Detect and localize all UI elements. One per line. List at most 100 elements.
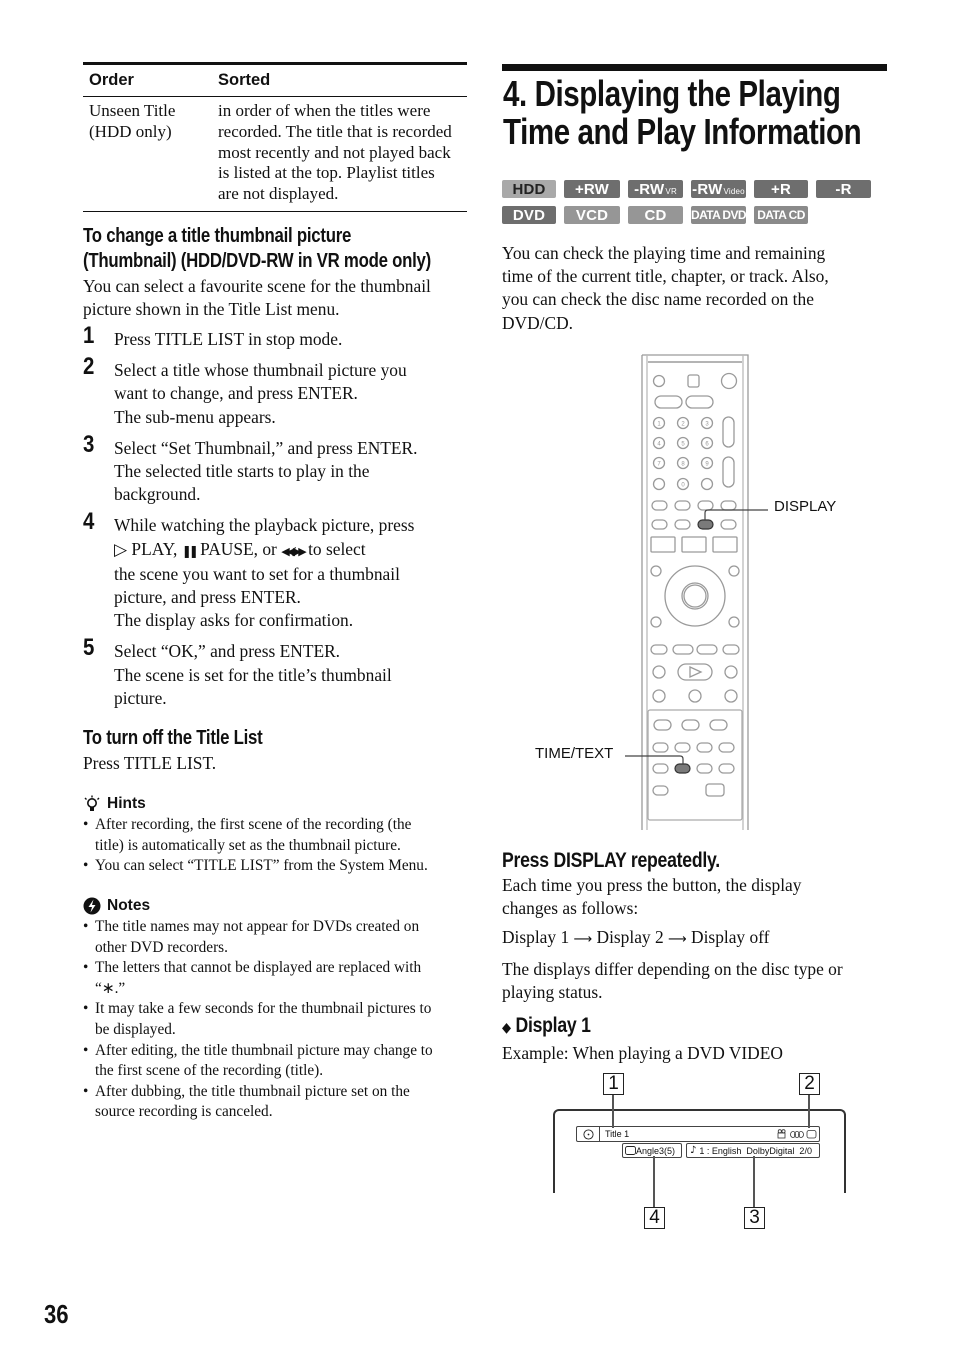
sequence-step: Display 2	[596, 927, 664, 948]
number-key-label: 7	[657, 462, 661, 468]
hint-item: After recording, the first scene of the …	[83, 815, 473, 856]
note-item: The title names may not appear for DVDs …	[83, 917, 473, 958]
badge-label: HDD	[512, 180, 546, 198]
lightbulb-icon	[84, 795, 100, 811]
play-icon: ▷	[114, 539, 128, 560]
table-header-order: Order	[89, 71, 134, 89]
step-line: The display asks for confirmation.	[114, 610, 354, 631]
instruction-heading: Press DISPLAY repeatedly.	[502, 849, 720, 872]
differ-line: The displays differ depending on the dis…	[502, 958, 843, 979]
heading-line: (Thumbnail) (HDD/DVD-RW in VR mode only)	[83, 250, 431, 272]
table-cell-sorted: in order of when the titles were recorde…	[211, 101, 467, 205]
intro-line: you can check the disc name recorded on …	[502, 289, 814, 310]
callout-number-1: 1	[603, 1073, 624, 1095]
intro-line: DVD/CD.	[502, 312, 574, 333]
step-number: 3	[83, 430, 95, 458]
differ-text: The displays differ depending on the dis…	[502, 958, 902, 1004]
step-line: The sub-menu appears.	[114, 406, 276, 427]
step-line: ▷ PLAY, ❚❚ PAUSE, or ◀◀/▶▶ to select	[114, 538, 467, 563]
note-item: After dubbing, the title thumbnail pictu…	[83, 1082, 473, 1123]
time-text-leader-line	[625, 755, 684, 764]
step-1: 1 Press TITLE LIST in stop mode.	[83, 323, 467, 351]
hints-header: Hints	[83, 795, 473, 813]
title-line: Time and Play Information	[503, 111, 862, 152]
disc-badge: HDD	[502, 180, 556, 198]
badge-label: -R	[835, 180, 852, 198]
notes-icon	[83, 897, 101, 915]
scan-label: to select	[303, 538, 366, 559]
title-rule	[502, 64, 887, 71]
display-button-highlight	[697, 519, 714, 530]
instruction-text: Each time you press the button, the disp…	[502, 874, 902, 920]
number-key-label: 3	[705, 422, 709, 428]
number-key-label: 8	[681, 462, 685, 468]
cell-line: (HDD only)	[89, 121, 172, 141]
callout-number-4: 4	[644, 1207, 665, 1229]
main-intro: You can check the playing time and remai…	[502, 242, 892, 335]
step-line: Select “OK,” and press ENTER.	[114, 641, 341, 662]
thumbnail-section-heading: To change a title thumbnail picture (Thu…	[83, 224, 533, 274]
number-key-label: 5	[681, 442, 685, 448]
note-item: The letters that cannot be displayed are…	[83, 958, 473, 999]
badge-row: DVD VCD CD DATA DVD DATA CD	[502, 206, 882, 224]
time-text-callout-label: TIME/TEXT	[535, 745, 614, 762]
number-key-label: 9	[705, 462, 709, 468]
remote-control-illustration: 1 2 3 4 5 6 7 8 9 0	[625, 354, 768, 830]
play-button	[677, 663, 713, 681]
thumbnail-steps: 1 Press TITLE LIST in stop mode. 2 Selec…	[83, 323, 467, 718]
badge-row: HDD +RW -RW VR -RW Video +R -R	[502, 180, 882, 198]
display-sequence: Display 1 ⟶ Display 2 ⟶ Display off	[502, 926, 902, 951]
disc-type-badges: HDD +RW -RW VR -RW Video +R -R DVD VCD CD DATA DVD…	[502, 180, 882, 232]
display1-example: Example: When playing a DVD VIDEO	[502, 1043, 783, 1063]
step-line: picture, and press ENTER.	[114, 587, 301, 608]
badge-label: VCD	[575, 206, 609, 224]
step-line: Select a title whose thumbnail picture y…	[114, 360, 407, 381]
note-line: After dubbing, the title thumbnail pictu…	[95, 1082, 410, 1100]
table-bottom-rule	[83, 210, 467, 212]
display-leader-line	[704, 509, 768, 520]
thumbnail-section-intro: You can select a favourite scene for the…	[83, 275, 473, 321]
step-3: 3 Select “Set Thumbnail,” and press ENTE…	[83, 432, 467, 507]
note-line: The title names may not appear for DVDs …	[95, 918, 420, 935]
sort-order-table: Order Sorted Unseen Title (HDD only) in …	[83, 62, 467, 212]
intro-line: You can check the playing time and remai…	[502, 243, 826, 263]
step-4: 4 While watching the playback picture, p…	[83, 510, 467, 632]
nav-ring	[664, 565, 726, 627]
step-line: want to change, and press ENTER.	[114, 383, 358, 404]
heading-line: To change a title thumbnail picture	[83, 225, 352, 247]
note-line: be displayed.	[95, 1020, 176, 1038]
badge-label: DATA CD	[757, 208, 805, 222]
disc-badge: DATA DVD	[691, 206, 747, 224]
title-line: 4. Displaying the Playing	[503, 73, 841, 114]
disc-badge: DATA CD	[754, 206, 808, 224]
differ-line: playing status.	[502, 981, 603, 1002]
note-line: It may take a few seconds for the thumbn…	[95, 1000, 432, 1018]
cell-line: recorded. The title that is recorded	[218, 121, 452, 141]
badge-label: +RW	[574, 180, 610, 198]
sequence-step: Display 1	[502, 927, 570, 948]
step-line: Press TITLE LIST in stop mode.	[114, 329, 343, 349]
enter-button	[683, 584, 707, 608]
step-5: 5 Select “OK,” and press ENTER. The scen…	[83, 636, 467, 710]
step-line: Select “Set Thumbnail,” and press ENTER.	[114, 437, 418, 458]
table-cell-order: Unseen Title (HDD only)	[83, 101, 211, 205]
notes-section: Notes The title names may not appear for…	[83, 897, 473, 1123]
disc-badge: DVD	[502, 206, 556, 224]
number-key-label: 4	[657, 442, 661, 448]
hint-line: After recording, the first scene of the …	[95, 816, 412, 833]
badge-label: -RW	[634, 180, 665, 198]
step-number: 1	[83, 322, 95, 349]
hint-item: You can select “TITLE LIST” from the Sys…	[83, 856, 473, 877]
number-key-label: 1	[657, 422, 661, 428]
page-title: 4. Displaying the Playing Time and Play …	[503, 73, 862, 152]
notes-list: The title names may not appear for DVDs …	[83, 917, 473, 1123]
hint-line: title) is automatically set as the thumb…	[95, 836, 401, 854]
hints-list: After recording, the first scene of the …	[83, 815, 473, 877]
cell-line: are not displayed.	[218, 184, 339, 204]
table-row: Unseen Title (HDD only) in order of when…	[83, 97, 467, 211]
scan-icon: ◀◀/▶▶	[281, 544, 306, 558]
badge-label: -RW	[692, 180, 723, 198]
badge-sublabel: Video	[723, 186, 745, 196]
cell-line: in order of when the titles were	[218, 101, 431, 120]
turn-off-heading: To turn off the Title List	[83, 727, 263, 749]
